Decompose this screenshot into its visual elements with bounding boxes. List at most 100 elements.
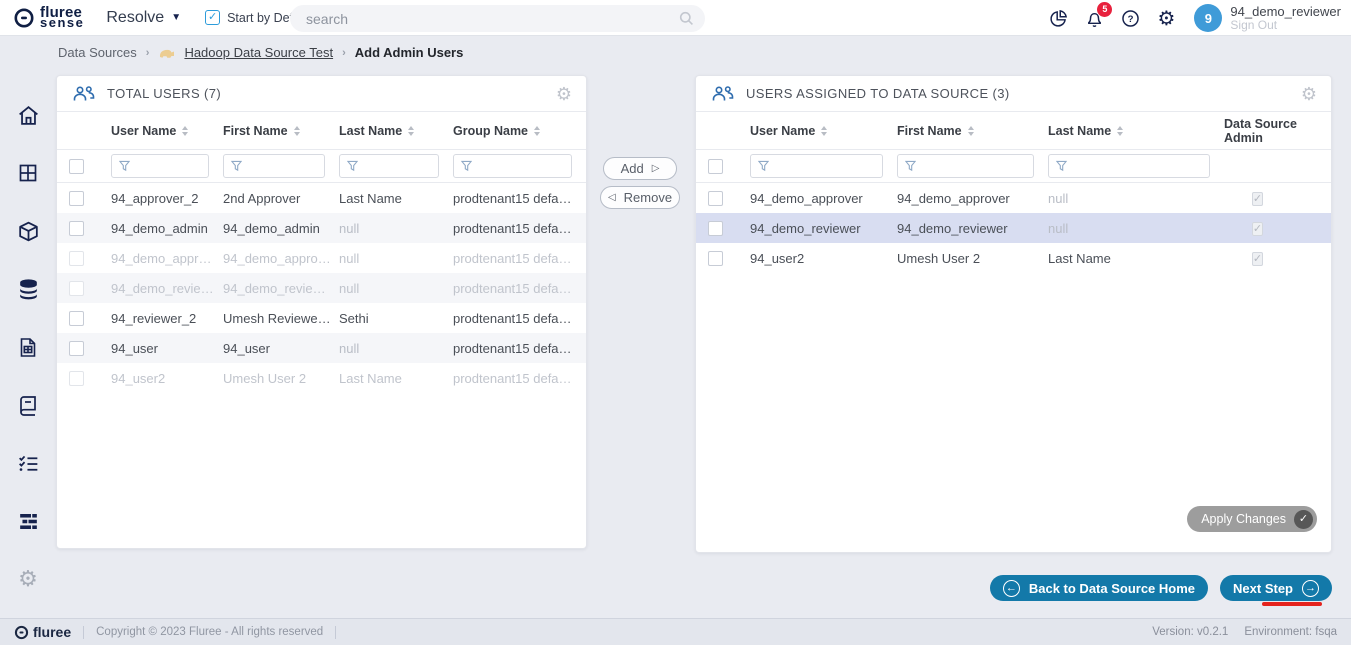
next-step-button[interactable]: Next Step → [1220, 575, 1332, 601]
cell-last-name: Last Name [339, 371, 453, 386]
checklist-icon[interactable] [15, 450, 41, 476]
cell-first-name: Umesh User 2 [223, 371, 339, 386]
cell-first-name: 2nd Approver [223, 191, 339, 206]
resolve-dropdown-label: Resolve [106, 9, 164, 27]
logo-secondary: sense [40, 17, 84, 28]
analytics-pie-icon[interactable] [1047, 7, 1069, 29]
filter-funnel-icon [758, 160, 769, 172]
user-row[interactable]: 94_user 94_user null prodtenant15 defaul… [57, 333, 586, 363]
add-button[interactable]: Add ▷ [603, 157, 677, 180]
row-checkbox[interactable] [69, 221, 84, 236]
select-all-checkbox[interactable] [708, 159, 723, 174]
book-icon[interactable] [15, 392, 41, 418]
settings-gear-icon[interactable]: ⚙ [1155, 7, 1177, 29]
row-checkbox[interactable] [69, 191, 84, 206]
total-users-header: TOTAL USERS (7) ⚙ [57, 76, 586, 112]
column-header-last-name[interactable]: Last Name [1048, 124, 1224, 138]
sort-icon [182, 126, 188, 136]
transfer-controls: Add ▷ ◁ Remove [600, 157, 680, 209]
version-label: Version: v0.2.1 [1152, 626, 1228, 638]
filter-first-name-input[interactable] [897, 154, 1034, 178]
user-row[interactable]: 94_approver_2 2nd Approver Last Name pro… [57, 183, 586, 213]
check-icon: ✓ [1294, 510, 1313, 529]
avatar[interactable]: 9 [1194, 4, 1222, 32]
filter-funnel-icon [231, 160, 242, 172]
user-row[interactable]: 94_reviewer_2 Umesh Reviewer 2 Sethi pro… [57, 303, 586, 333]
sort-icon [294, 126, 300, 136]
filter-last-name-input[interactable] [1048, 154, 1210, 178]
breadcrumb-data-source-name[interactable]: Hadoop Data Source Test [184, 45, 333, 60]
cell-first-name: Umesh Reviewer 2 [223, 311, 339, 326]
remove-button[interactable]: ◁ Remove [600, 186, 680, 209]
assigned-user-row[interactable]: 94_demo_approver 94_demo_approver null ✓ [696, 183, 1331, 213]
column-header-last-name[interactable]: Last Name [339, 124, 453, 138]
row-checkbox [69, 251, 84, 266]
home-icon[interactable] [15, 102, 41, 128]
chevron-right-icon: › [146, 47, 150, 59]
row-checkbox[interactable] [708, 251, 723, 266]
breadcrumb: Data Sources › Hadoop Data Source Test ›… [58, 45, 463, 60]
total-users-panel: TOTAL USERS (7) ⚙ User Name First Name L… [56, 75, 587, 549]
copyright-text: Copyright © 2023 Fluree - All rights res… [96, 626, 323, 638]
column-header-user-name[interactable]: User Name [750, 124, 897, 138]
apply-changes-button[interactable]: Apply Changes ✓ [1187, 506, 1317, 532]
user-row[interactable]: 94_demo_admin 94_demo_admin null prodten… [57, 213, 586, 243]
filter-funnel-icon [905, 160, 916, 172]
help-icon[interactable]: ? [1119, 7, 1141, 29]
row-checkbox[interactable] [708, 221, 723, 236]
fluree-sense-logo[interactable]: fluree sense [13, 7, 84, 29]
cell-last-name: null [339, 251, 453, 266]
filter-funnel-icon [119, 160, 130, 172]
row-checkbox[interactable] [708, 191, 723, 206]
sort-icon [821, 126, 827, 136]
column-header-first-name[interactable]: First Name [897, 124, 1048, 138]
automation-gear-icon[interactable]: ⚙ [15, 566, 41, 592]
cell-user-name: 94_demo_admin [111, 221, 223, 236]
spreadsheet-file-icon[interactable] [15, 334, 41, 360]
cube-icon[interactable] [15, 218, 41, 244]
divider [335, 626, 336, 639]
notifications-bell-icon[interactable]: 5 [1083, 7, 1105, 29]
database-icon[interactable] [15, 276, 41, 302]
row-checkbox[interactable] [69, 341, 84, 356]
notification-badge: 5 [1097, 2, 1112, 17]
sort-icon [534, 126, 540, 136]
row-checkbox[interactable] [69, 311, 84, 326]
assigned-users-title: USERS ASSIGNED TO DATA SOURCE (3) [746, 86, 1010, 101]
row-checkbox [69, 281, 84, 296]
filter-user-name-input[interactable] [750, 154, 883, 178]
panel-gear-icon[interactable]: ⚙ [556, 85, 572, 103]
fluree-ring-icon [13, 7, 35, 29]
assigned-user-row[interactable]: 94_user2 Umesh User 2 Last Name ✓ [696, 243, 1331, 273]
environment-label: Environment: fsqa [1244, 626, 1337, 638]
search-input[interactable] [290, 5, 705, 32]
assigned-user-row[interactable]: 94_demo_reviewer 94_demo_reviewer null ✓ [696, 213, 1331, 243]
cell-group-name: prodtenant15 default ... [453, 221, 586, 236]
assigned-users-column-headers: User Name First Name Last Name Data Sour… [696, 112, 1331, 150]
cell-group-name: prodtenant15 default ... [453, 191, 586, 206]
grid-icon[interactable] [15, 160, 41, 186]
filter-funnel-icon [347, 160, 358, 172]
column-header-group-name[interactable]: Group Name [453, 124, 586, 138]
sort-icon [408, 126, 414, 136]
back-to-data-source-home-button[interactable]: ← Back to Data Source Home [990, 575, 1208, 601]
assigned-users-panel: USERS ASSIGNED TO DATA SOURCE (3) ⚙ User… [695, 75, 1332, 553]
server-blocks-icon[interactable] [15, 508, 41, 534]
app-root: fluree sense Resolve ▼ ✓ Start by Defaul… [0, 0, 1351, 645]
sort-icon [968, 126, 974, 136]
chevron-right-icon: › [342, 47, 346, 59]
divider [83, 626, 84, 639]
breadcrumb-data-sources[interactable]: Data Sources [58, 45, 137, 60]
column-header-user-name[interactable]: User Name [111, 124, 223, 138]
filter-funnel-icon [1056, 160, 1067, 172]
cell-user-name: 94_approver_2 [111, 191, 223, 206]
user-row: 94_demo_reviewer 94_demo_reviewer null p… [57, 273, 586, 303]
cell-user-name: 94_demo_approver [111, 251, 223, 266]
panel-gear-icon[interactable]: ⚙ [1301, 85, 1317, 103]
select-all-checkbox[interactable] [69, 159, 84, 174]
resolve-dropdown[interactable]: Resolve ▼ [106, 9, 181, 27]
footer-logo-text: fluree [33, 624, 71, 640]
sign-out-link[interactable]: Sign Out [1230, 19, 1341, 32]
user-row: 94_demo_approver 94_demo_approver null p… [57, 243, 586, 273]
column-header-first-name[interactable]: First Name [223, 124, 339, 138]
